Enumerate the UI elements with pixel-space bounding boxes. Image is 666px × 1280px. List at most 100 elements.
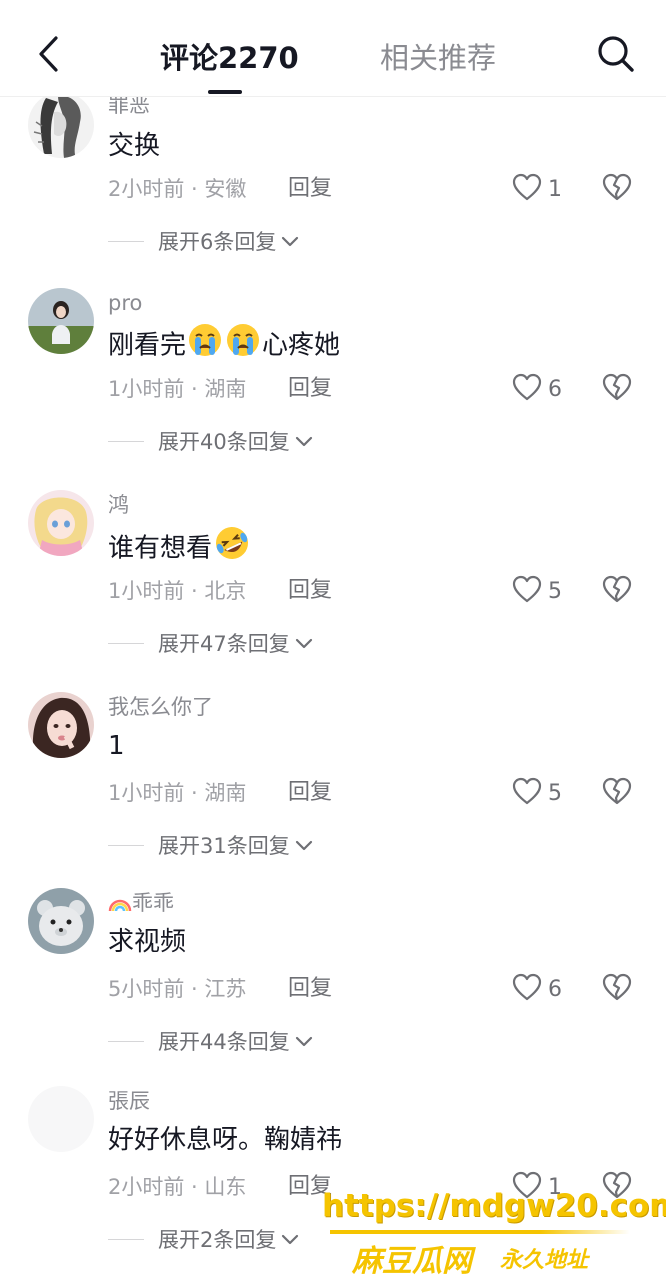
- comment-item: 我怎么你了 1 1小时前 · 湖南 回复 5 展开31条回复: [0, 692, 666, 882]
- username[interactable]: pro: [108, 288, 142, 318]
- comment-item: pro 刚看完 心疼她 1小时前 · 湖南 回复 6 展开40条回复: [0, 288, 666, 478]
- avatar[interactable]: [28, 1086, 94, 1152]
- dislike-button[interactable]: [600, 972, 634, 1006]
- tab-comments[interactable]: 评论2270: [160, 38, 299, 78]
- like-count: 6: [548, 976, 562, 1002]
- comment-item: 乖乖 求视频 5小时前 · 江苏 回复 6 展开44条回复: [0, 888, 666, 1078]
- active-tab-indicator: [208, 90, 242, 94]
- username-text: 乖乖: [132, 891, 174, 915]
- comment-item: 罪恶 交换 2小时前 · 安徽 回复 1 展开6条回复: [0, 92, 666, 282]
- reply-button[interactable]: 回复: [288, 374, 332, 404]
- like-count: 6: [548, 376, 562, 402]
- broken-heart-icon: [602, 973, 632, 1005]
- reply-button[interactable]: 回复: [288, 174, 332, 204]
- avatar[interactable]: [28, 288, 94, 354]
- divider: [108, 240, 144, 242]
- back-button[interactable]: [28, 36, 68, 76]
- comment-meta: 1小时前 · 北京: [108, 579, 247, 603]
- expand-replies-button[interactable]: 展开6条回复: [108, 226, 300, 256]
- rainbow-icon: [108, 891, 132, 915]
- dislike-button[interactable]: [600, 172, 634, 206]
- comment-text-part: 谁有想看: [108, 533, 213, 564]
- expand-replies-button[interactable]: 展开47条回复: [108, 628, 314, 658]
- avatar[interactable]: [28, 692, 94, 758]
- expand-replies-button[interactable]: 展开31条回复: [108, 830, 314, 860]
- dislike-button[interactable]: [600, 574, 634, 608]
- expand-replies-label: 展开31条回复: [158, 834, 290, 858]
- divider: [108, 844, 144, 846]
- broken-heart-icon: [602, 777, 632, 809]
- reply-button[interactable]: 回复: [288, 778, 332, 808]
- expand-replies-label: 展开47条回复: [158, 632, 290, 656]
- broken-heart-icon: [602, 173, 632, 205]
- expand-replies-label: 展开6条回复: [158, 230, 277, 254]
- comment-item: 鸿 谁有想看 1小时前 · 北京 回复 5 展开47条回复: [0, 490, 666, 680]
- comment-meta: 1小时前 · 湖南: [108, 377, 247, 401]
- username[interactable]: 乖乖: [108, 888, 174, 918]
- watermark-url: https://mdgw20.com: [322, 1188, 666, 1224]
- dislike-button[interactable]: [600, 776, 634, 810]
- tab-related[interactable]: 相关推荐: [380, 38, 496, 78]
- heart-icon: [512, 173, 542, 205]
- comment-meta: 2小时前 · 山东: [108, 1175, 247, 1199]
- chevron-down-icon: [280, 1232, 300, 1246]
- expand-replies-button[interactable]: 展开44条回复: [108, 1026, 314, 1056]
- avatar[interactable]: [28, 92, 94, 158]
- like-button[interactable]: 6: [512, 372, 562, 406]
- comment-text-part: 刚看完: [108, 330, 187, 361]
- comment-text: 交换: [108, 131, 161, 161]
- divider: [108, 1238, 144, 1240]
- comment-text: 刚看完 心疼她: [108, 322, 340, 370]
- chevron-down-icon: [280, 234, 300, 248]
- username[interactable]: 張辰: [108, 1086, 150, 1116]
- chevron-down-icon: [294, 838, 314, 852]
- like-count: 1: [548, 176, 562, 202]
- like-button[interactable]: 6: [512, 972, 562, 1006]
- chevron-down-icon: [294, 1034, 314, 1048]
- username[interactable]: 我怎么你了: [108, 692, 213, 722]
- watermark-name: 麻豆瓜网: [352, 1244, 472, 1279]
- search-icon: [596, 34, 636, 78]
- watermark-tag: 永久地址: [500, 1248, 589, 1273]
- chevron-down-icon: [294, 636, 314, 650]
- username[interactable]: 鸿: [108, 490, 129, 520]
- loudly-crying-face-emoji: [225, 322, 261, 370]
- avatar[interactable]: [28, 490, 94, 556]
- expand-replies-button[interactable]: 展开40条回复: [108, 426, 314, 456]
- heart-icon: [512, 777, 542, 809]
- comment-text: 好好休息呀。鞠婧祎: [108, 1125, 343, 1155]
- expand-replies-label: 展开2条回复: [158, 1228, 277, 1252]
- comments-header: 评论2270 相关推荐: [0, 0, 666, 97]
- like-button[interactable]: 1: [512, 172, 562, 206]
- loudly-crying-face-emoji: [187, 322, 223, 370]
- divider: [108, 1040, 144, 1042]
- heart-icon: [512, 575, 542, 607]
- chevron-down-icon: [294, 434, 314, 448]
- comment-text: 谁有想看: [108, 524, 252, 574]
- divider: [108, 642, 144, 644]
- divider: [108, 440, 144, 442]
- like-button[interactable]: 5: [512, 574, 562, 608]
- reply-button[interactable]: 回复: [288, 576, 332, 606]
- broken-heart-icon: [602, 373, 632, 405]
- expand-replies-label: 展开44条回复: [158, 1030, 290, 1054]
- comment-text: 求视频: [108, 927, 187, 957]
- avatar[interactable]: [28, 888, 94, 954]
- reply-button[interactable]: 回复: [288, 974, 332, 1004]
- expand-replies-button[interactable]: 展开2条回复: [108, 1224, 300, 1254]
- comment-meta: 2小时前 · 安徽: [108, 177, 247, 201]
- like-button[interactable]: 5: [512, 776, 562, 810]
- comment-meta: 5小时前 · 江苏: [108, 977, 247, 1001]
- heart-icon: [512, 973, 542, 1005]
- heart-icon: [512, 373, 542, 405]
- comment-meta: 1小时前 · 湖南: [108, 781, 247, 805]
- expand-replies-label: 展开40条回复: [158, 430, 290, 454]
- broken-heart-icon: [602, 575, 632, 607]
- dislike-button[interactable]: [600, 372, 634, 406]
- chevron-left-icon: [36, 35, 60, 77]
- search-button[interactable]: [594, 34, 638, 78]
- watermark-strip: [330, 1230, 630, 1234]
- like-count: 5: [548, 578, 562, 604]
- comment-text-part: 心疼她: [262, 330, 341, 361]
- comment-text: 1: [108, 731, 125, 761]
